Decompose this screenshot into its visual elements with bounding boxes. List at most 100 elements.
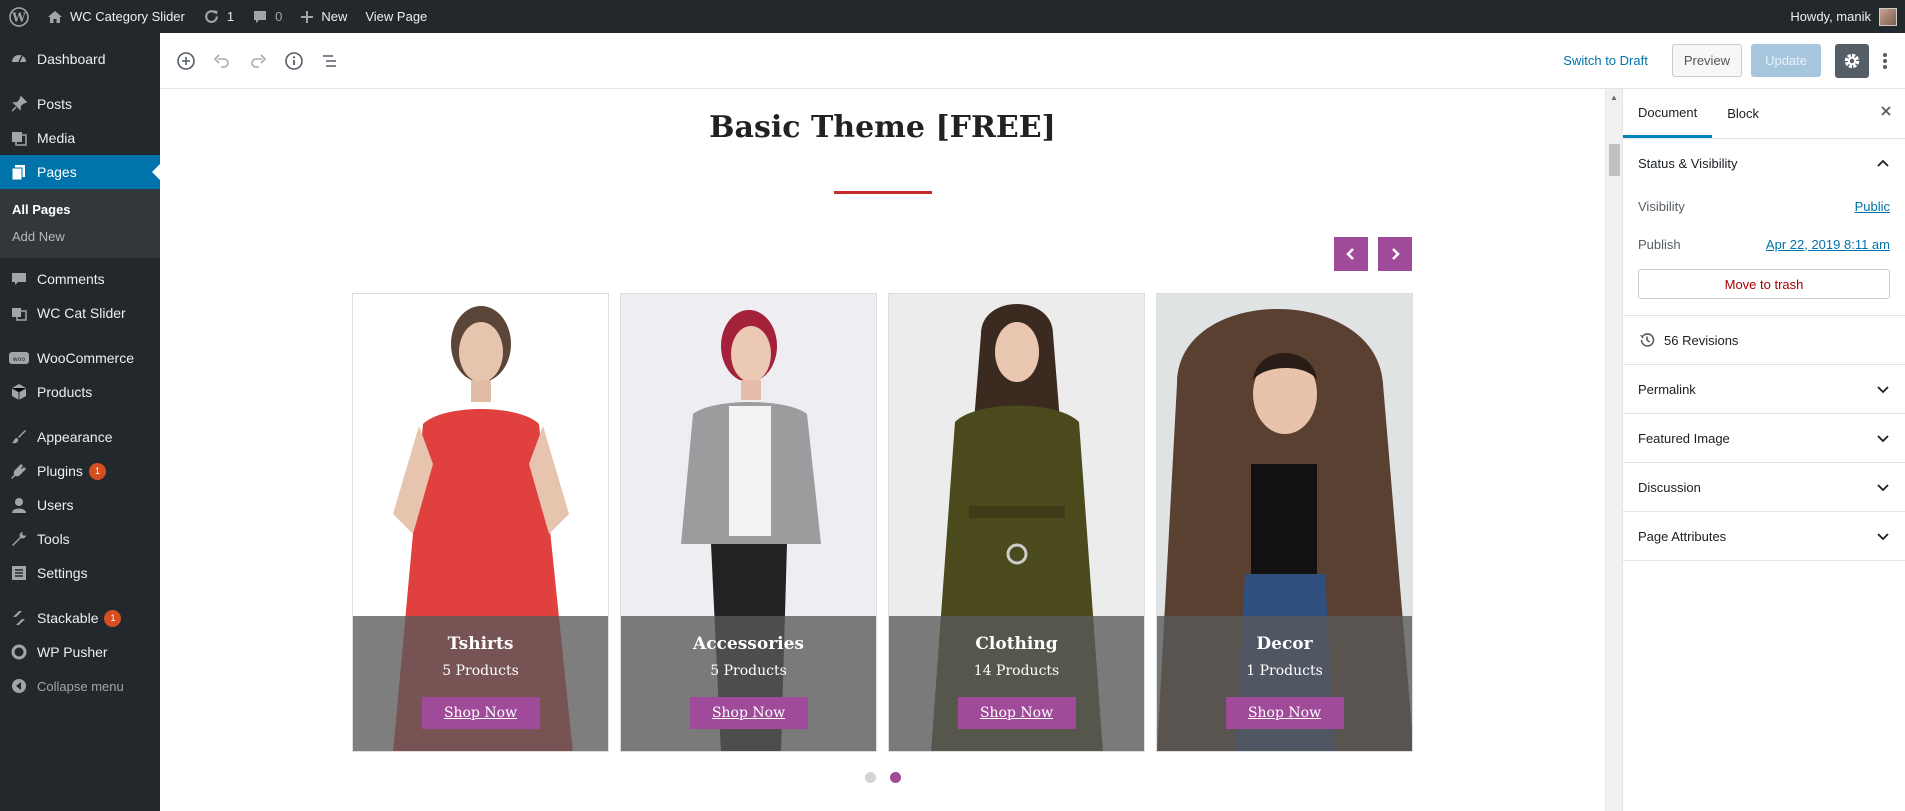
- discussion-toggle[interactable]: Discussion: [1623, 463, 1905, 511]
- new-content-link[interactable]: New: [291, 0, 356, 33]
- block-navigation-button[interactable]: [312, 43, 348, 79]
- dashboard-icon: [9, 49, 29, 69]
- add-block-button[interactable]: [168, 43, 204, 79]
- category-card-decor[interactable]: Decor 1 Products Shop Now: [1156, 293, 1413, 752]
- shop-now-button[interactable]: Shop Now: [689, 697, 808, 729]
- tab-document[interactable]: Document: [1623, 89, 1713, 138]
- visibility-row: Visibility Public: [1623, 187, 1905, 225]
- page-title[interactable]: Basic Theme [FREE]: [160, 110, 1605, 145]
- info-icon: [285, 51, 303, 70]
- sidebar-label: Settings: [37, 565, 88, 581]
- sidebar-item-stackable[interactable]: Stackable 1: [0, 601, 160, 635]
- submenu-add-new[interactable]: Add New: [0, 223, 160, 250]
- featured-image-toggle[interactable]: Featured Image: [1623, 414, 1905, 462]
- list-icon: [323, 54, 336, 67]
- revisions-section: 56 Revisions: [1623, 316, 1905, 365]
- comments-count: 0: [275, 9, 283, 24]
- sidebar-item-pages[interactable]: Pages: [0, 155, 160, 189]
- sidebar-item-tools[interactable]: Tools: [0, 522, 160, 556]
- revisions-link[interactable]: 56 Revisions: [1623, 316, 1905, 364]
- undo-button[interactable]: [204, 43, 240, 79]
- sidebar-item-plugins[interactable]: Plugins 1: [0, 454, 160, 488]
- svg-text:W: W: [11, 10, 26, 24]
- slider-next-button[interactable]: [1378, 237, 1412, 271]
- wordpress-icon: W: [9, 6, 29, 27]
- pagination-dot-2[interactable]: [890, 772, 901, 783]
- sidebar-label: Appearance: [37, 429, 113, 445]
- category-name: Decor: [1256, 634, 1313, 654]
- my-account[interactable]: Howdy, manik: [1781, 0, 1905, 33]
- tab-block[interactable]: Block: [1712, 89, 1774, 138]
- category-card-accessories[interactable]: Accessories 5 Products Shop Now: [620, 293, 877, 752]
- sidebar-label: WP Pusher: [37, 644, 108, 660]
- sidebar-label: Pages: [37, 164, 77, 180]
- updates-count: 1: [226, 9, 235, 24]
- sidebar-item-woocommerce[interactable]: woo WooCommerce: [0, 341, 160, 375]
- close-icon[interactable]: [1879, 104, 1893, 121]
- shop-now-button[interactable]: Shop Now: [421, 697, 540, 729]
- sidebar-item-dashboard[interactable]: Dashboard: [0, 42, 160, 76]
- sidebar-item-comments[interactable]: Comments: [0, 262, 160, 296]
- site-name-link[interactable]: WC Category Slider: [38, 0, 194, 33]
- sidebar-item-posts[interactable]: Posts: [0, 87, 160, 121]
- category-count: 5 Products: [442, 663, 519, 679]
- chevron-down-icon: [1876, 529, 1890, 543]
- publish-label: Publish: [1638, 236, 1681, 252]
- sidebar-item-users[interactable]: Users: [0, 488, 160, 522]
- sidebar-item-settings[interactable]: Settings: [0, 556, 160, 590]
- collapse-menu-button[interactable]: Collapse menu: [0, 669, 160, 703]
- switch-to-draft-button[interactable]: Switch to Draft: [1551, 53, 1660, 68]
- preview-button[interactable]: Preview: [1671, 44, 1743, 77]
- page-attributes-toggle[interactable]: Page Attributes: [1623, 512, 1905, 560]
- comments-link[interactable]: 0: [243, 0, 291, 33]
- view-page-link[interactable]: View Page: [356, 0, 436, 33]
- category-card-clothing[interactable]: Clothing 14 Products Shop Now: [888, 293, 1145, 752]
- category-card-tshirts[interactable]: Tshirts 5 Products Shop Now: [352, 293, 609, 752]
- pagination-dot-1[interactable]: [865, 772, 876, 783]
- media-icon: [9, 128, 29, 148]
- admin-bar: W WC Category Slider 1 0 New View Page H…: [0, 0, 1905, 33]
- category-count: 5 Products: [710, 663, 787, 679]
- redo-icon: [251, 53, 267, 68]
- shop-now-button[interactable]: Shop Now: [1225, 697, 1344, 729]
- slider-icon: [9, 303, 29, 323]
- page-attributes-section: Page Attributes: [1623, 512, 1905, 561]
- more-menu-button[interactable]: [1873, 43, 1897, 79]
- settings-button[interactable]: [1835, 43, 1869, 78]
- content-info-button[interactable]: [276, 43, 312, 79]
- sidebar-item-wc-cat-slider[interactable]: WC Cat Slider: [0, 296, 160, 330]
- scrollbar-thumb[interactable]: [1609, 144, 1620, 176]
- undo-icon: [213, 53, 229, 68]
- redo-button[interactable]: [240, 43, 276, 79]
- brush-icon: [9, 427, 29, 447]
- canvas-scrollbar[interactable]: ▲: [1605, 89, 1622, 811]
- scroll-up-icon[interactable]: ▲: [1610, 93, 1618, 102]
- publish-row: Publish Apr 22, 2019 8:11 am: [1623, 225, 1905, 263]
- move-to-trash-button[interactable]: Move to trash: [1638, 269, 1890, 299]
- visibility-link[interactable]: Public: [1855, 199, 1890, 214]
- category-count: 1 Products: [1246, 663, 1323, 679]
- sidebar-label: Media: [37, 130, 76, 146]
- sidebar-label: Dashboard: [37, 51, 106, 67]
- sidebar-label: Products: [37, 384, 93, 400]
- wordpress-logo[interactable]: W: [0, 0, 38, 33]
- update-button[interactable]: Update: [1751, 44, 1821, 77]
- permalink-toggle[interactable]: Permalink: [1623, 365, 1905, 413]
- more-vertical-icon: [1883, 52, 1887, 69]
- updates-link[interactable]: 1: [194, 0, 243, 33]
- shop-now-button[interactable]: Shop Now: [957, 697, 1076, 729]
- publish-date-link[interactable]: Apr 22, 2019 8:11 am: [1766, 237, 1890, 252]
- submenu-all-pages[interactable]: All Pages: [0, 196, 160, 223]
- sidebar-item-products[interactable]: Products: [0, 375, 160, 409]
- sidebar-item-wp-pusher[interactable]: WP Pusher: [0, 635, 160, 669]
- plugins-update-badge: 1: [88, 462, 106, 480]
- site-name: WC Category Slider: [70, 9, 185, 24]
- sidebar-label: Posts: [37, 96, 73, 112]
- status-visibility-toggle[interactable]: Status & Visibility: [1623, 139, 1905, 187]
- plus-icon: [300, 10, 314, 24]
- sidebar-item-media[interactable]: Media: [0, 121, 160, 155]
- slider-prev-button[interactable]: [1334, 237, 1368, 271]
- card-overlay: Tshirts 5 Products Shop Now: [353, 616, 608, 751]
- sidebar-item-appearance[interactable]: Appearance: [0, 420, 160, 454]
- chevron-right-icon: [1392, 248, 1400, 260]
